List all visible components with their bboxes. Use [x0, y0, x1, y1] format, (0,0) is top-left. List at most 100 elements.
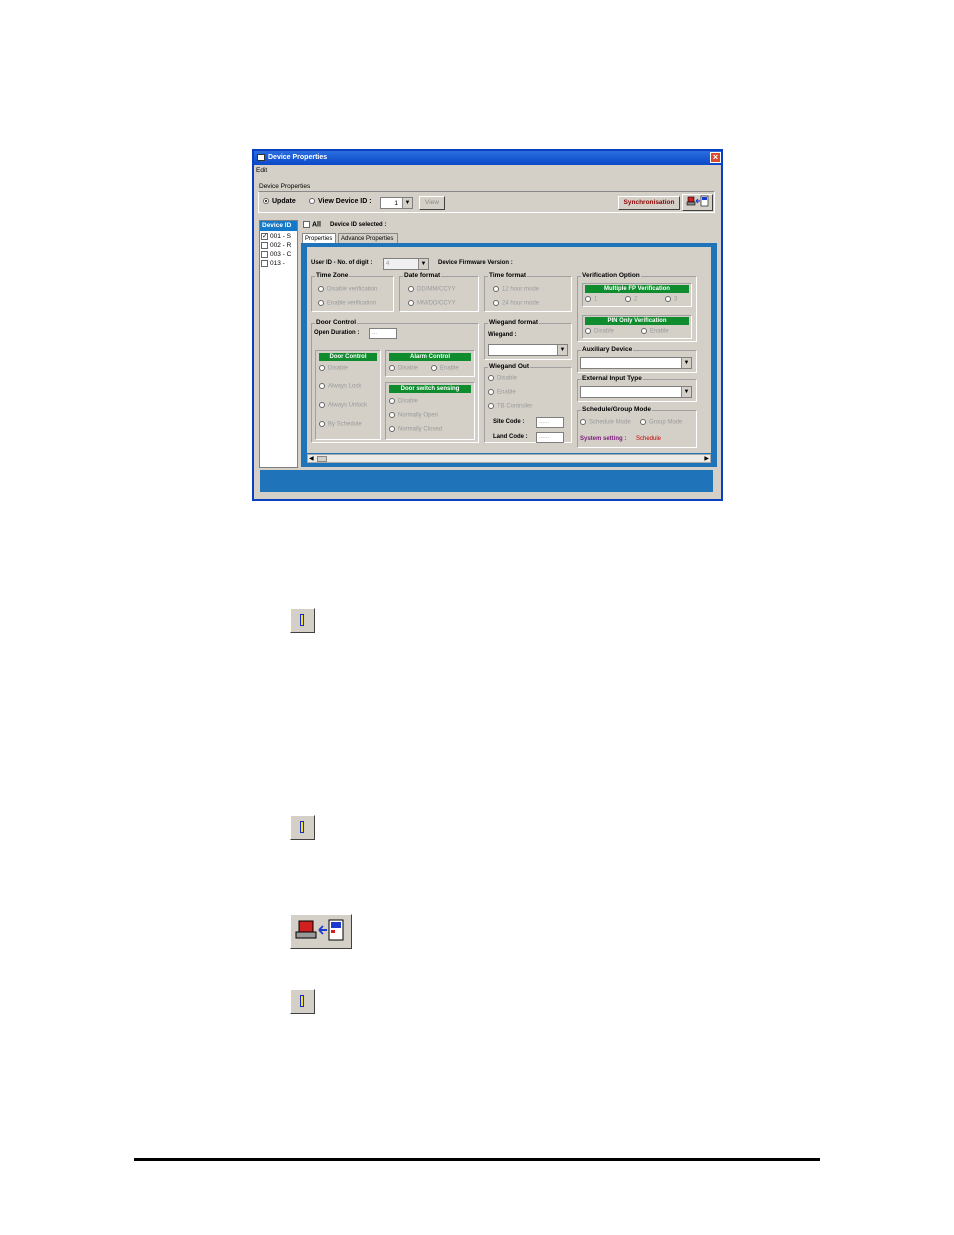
external-input-select[interactable]: ▼	[580, 386, 692, 398]
radio-button[interactable]	[319, 421, 325, 427]
radio-button[interactable]	[408, 286, 414, 292]
chevron-down-icon[interactable]: ▼	[681, 358, 691, 368]
dd-mm-option[interactable]: DD/MM/CCYY	[408, 286, 456, 293]
open-duration-input[interactable]: ...	[369, 328, 397, 339]
radio-button[interactable]	[585, 296, 591, 302]
device-id-value: 1	[394, 200, 398, 207]
close-icon[interactable]: ×	[710, 152, 721, 163]
door-switch-header: Door switch sensing	[389, 385, 471, 393]
list-item[interactable]: ✓ 001 - S	[261, 233, 298, 240]
door-button-icon-3	[290, 989, 315, 1014]
device-id-list-header: Device ID	[260, 221, 297, 231]
view-device-id-radio[interactable]	[309, 198, 315, 205]
list-item[interactable]: 002 - R	[261, 242, 298, 249]
switch-disable-option[interactable]: Disable	[389, 398, 418, 405]
chevron-down-icon[interactable]: ▼	[418, 259, 428, 269]
door-always-lock-option[interactable]: Always Lock	[319, 383, 361, 390]
radio-button[interactable]	[389, 412, 395, 418]
device-checkbox[interactable]	[261, 251, 268, 258]
upload-to-device-button[interactable]	[682, 194, 713, 211]
scroll-right-icon[interactable]: ▶	[704, 455, 709, 462]
tab-advance-properties[interactable]: Advance Properties	[338, 233, 398, 243]
synchronisation-button[interactable]: Synchronisation	[618, 196, 680, 210]
switch-normally-open-option[interactable]: Normally Open	[389, 412, 438, 419]
device-checkbox[interactable]	[261, 242, 268, 249]
radio-button[interactable]	[389, 365, 395, 371]
alarm-enable-option[interactable]: Enable	[431, 365, 459, 372]
fp-option-1[interactable]: 1	[585, 296, 597, 303]
wiegand-out-disable-option[interactable]: Disable	[488, 375, 517, 382]
door-by-schedule-option[interactable]: By Schedule	[319, 421, 362, 428]
list-item[interactable]: 003 - C	[261, 251, 298, 258]
radio-button[interactable]	[665, 296, 671, 302]
all-checkbox[interactable]	[303, 221, 310, 228]
option-label: Disable verification	[327, 286, 378, 293]
chevron-down-icon[interactable]: ▼	[402, 198, 412, 208]
scroll-thumb[interactable]	[317, 456, 327, 462]
radio-button[interactable]	[319, 402, 325, 408]
view-device-id-option[interactable]: View Device ID :	[309, 198, 372, 205]
horizontal-scrollbar[interactable]: ◀ ▶	[307, 454, 711, 463]
update-option[interactable]: Update	[263, 198, 296, 205]
radio-button[interactable]	[319, 365, 325, 371]
list-item[interactable]: 013 -	[261, 260, 298, 267]
door-always-unlock-option[interactable]: Always Unlock	[319, 402, 367, 409]
device-checkbox[interactable]: ✓	[261, 233, 268, 240]
wiegand-out-enable-option[interactable]: Enable	[488, 389, 516, 396]
24-hour-option[interactable]: 24 hour mode	[493, 300, 539, 307]
radio-button[interactable]	[318, 286, 324, 292]
radio-button[interactable]	[625, 296, 631, 302]
radio-button[interactable]	[640, 419, 646, 425]
auxiliary-device-select[interactable]: ▼	[580, 357, 692, 369]
switch-normally-closed-option[interactable]: Normally Closed	[389, 426, 442, 433]
wiegand-out-title: Wiegand Out	[488, 363, 531, 370]
mm-dd-option[interactable]: MM/DD/CCYY	[408, 300, 456, 307]
radio-button[interactable]	[493, 300, 499, 306]
land-code-input[interactable]: ......	[536, 432, 564, 443]
disable-verification-option[interactable]: Disable verification	[318, 286, 377, 293]
site-code-input[interactable]: ......	[536, 417, 564, 428]
radio-button[interactable]	[319, 383, 325, 389]
radio-button[interactable]	[580, 419, 586, 425]
fp-option-2[interactable]: 2	[625, 296, 637, 303]
fp-option-3[interactable]: 3	[665, 296, 677, 303]
radio-button[interactable]	[493, 286, 499, 292]
radio-button[interactable]	[389, 426, 395, 432]
schedule-mode-option[interactable]: Schedule Mode	[580, 419, 631, 426]
device-id-select[interactable]: 1 ▼	[380, 197, 413, 209]
radio-button[interactable]	[408, 300, 414, 306]
all-checkbox-option[interactable]: All	[303, 221, 321, 228]
12-hour-option[interactable]: 12 hour mode	[493, 286, 539, 293]
radio-button[interactable]	[318, 300, 324, 306]
device-checkbox[interactable]	[261, 260, 268, 267]
menu-edit[interactable]: Edit	[256, 167, 267, 174]
pin-disable-option[interactable]: Disable	[585, 328, 614, 335]
radio-button[interactable]	[431, 365, 437, 371]
tab-properties[interactable]: Properties	[302, 233, 336, 243]
option-label: By Schedule	[328, 421, 362, 428]
radio-button[interactable]	[488, 389, 494, 395]
scroll-left-icon[interactable]: ◀	[309, 455, 314, 462]
door-disable-option[interactable]: Disable	[319, 365, 348, 372]
radio-button[interactable]	[488, 375, 494, 381]
pin-enable-option[interactable]: Enable	[641, 328, 669, 335]
view-button[interactable]: View	[419, 196, 445, 210]
chevron-down-icon[interactable]: ▼	[681, 387, 691, 397]
wiegand-out-tb-controller-option[interactable]: TB Controller	[488, 403, 532, 410]
radio-button[interactable]	[389, 398, 395, 404]
alarm-disable-option[interactable]: Disable	[389, 365, 418, 372]
door-button-icon-2	[290, 815, 315, 840]
radio-button[interactable]	[585, 328, 591, 334]
time-format-group: Time format 12 hour mode 24 hour mode	[484, 272, 572, 312]
option-label: 12 hour mode	[502, 286, 540, 293]
group-mode-option[interactable]: Group Mode	[640, 419, 682, 426]
wiegand-label: Wiegand :	[488, 332, 517, 338]
device-item-label: 013 -	[270, 260, 285, 268]
radio-button[interactable]	[641, 328, 647, 334]
radio-button[interactable]	[488, 403, 494, 409]
enable-verification-option[interactable]: Enable verification	[318, 300, 376, 307]
chevron-down-icon[interactable]: ▼	[557, 345, 567, 355]
update-radio[interactable]	[263, 198, 269, 205]
user-id-digit-select[interactable]: 4 ▼	[383, 258, 429, 270]
wiegand-select[interactable]: ▼	[488, 344, 568, 356]
